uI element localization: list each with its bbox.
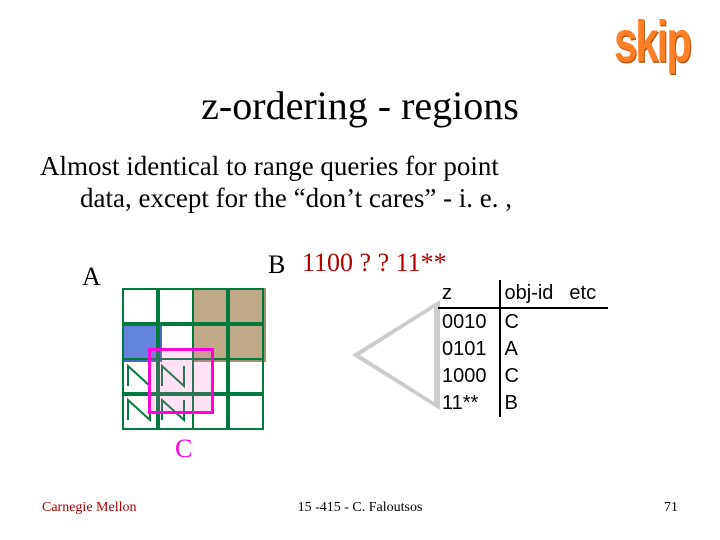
grid-cell [226, 358, 264, 396]
body-line-2: data, except for the “don’t cares” - i. … [40, 182, 680, 214]
label-a: A [82, 262, 101, 292]
z-table: z obj-id etc 0010C 0101A 1000C 11**B [438, 280, 608, 417]
grid-cell [226, 288, 264, 326]
cell-etc [565, 363, 608, 390]
grid-cell [226, 322, 264, 360]
footer-center: 15 -415 - C. Faloutsos [0, 500, 720, 516]
cell-obj: C [500, 308, 566, 336]
region-c [148, 348, 214, 414]
cell-etc [565, 308, 608, 336]
skip-stamp: skip [614, 8, 690, 75]
bitstring: 1100 ? ? 11** [302, 248, 447, 278]
pointer-triangle-inner [360, 308, 434, 402]
cell-etc [565, 336, 608, 363]
grid-cell [226, 392, 264, 430]
cell-obj: B [500, 390, 566, 417]
label-b: B [268, 250, 285, 280]
col-z: z [438, 280, 500, 308]
cell-z: 11** [438, 390, 500, 417]
grid-diagram [122, 288, 262, 428]
cell-etc [565, 390, 608, 417]
col-etc: etc [565, 280, 608, 308]
cell-z: 0010 [438, 308, 500, 336]
grid-cell [192, 288, 230, 326]
cell-obj: A [500, 336, 566, 363]
footer-right: 71 [664, 500, 678, 516]
table-row: 1000C [438, 363, 608, 390]
label-c: C [175, 434, 192, 464]
body-text: Almost identical to range queries for po… [40, 150, 680, 215]
grid-cell [122, 288, 160, 326]
cell-z: 1000 [438, 363, 500, 390]
table-row: 11**B [438, 390, 608, 417]
slide-title: z-ordering - regions [0, 82, 720, 129]
grid-cell [156, 288, 194, 326]
table-row: 0010C [438, 308, 608, 336]
col-obj: obj-id [500, 280, 566, 308]
cell-z: 0101 [438, 336, 500, 363]
table-row: 0101A [438, 336, 608, 363]
table-header-row: z obj-id etc [438, 280, 608, 308]
body-line-1: Almost identical to range queries for po… [40, 150, 680, 182]
cell-obj: C [500, 363, 566, 390]
